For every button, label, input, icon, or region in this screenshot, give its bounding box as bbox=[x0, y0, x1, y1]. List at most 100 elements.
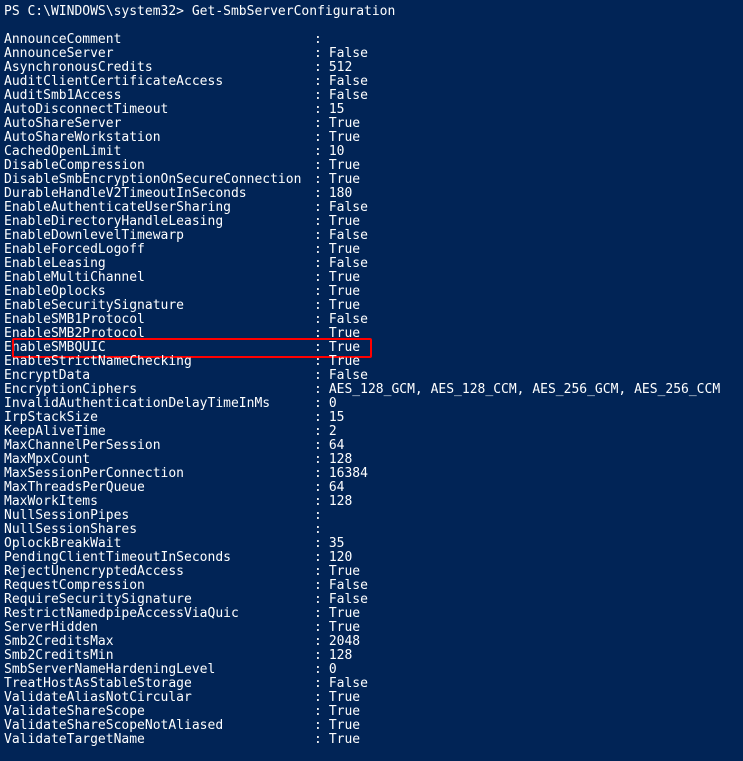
config-key: AnnounceServer bbox=[4, 47, 314, 61]
config-value bbox=[322, 509, 329, 523]
separator: : bbox=[314, 635, 322, 649]
config-value: True bbox=[322, 691, 360, 705]
config-value: 128 bbox=[322, 649, 352, 663]
config-row: MaxThreadsPerQueue:64 bbox=[4, 481, 743, 495]
separator: : bbox=[314, 173, 322, 187]
config-value: True bbox=[322, 621, 360, 635]
separator: : bbox=[314, 47, 322, 61]
config-row: NullSessionShares: bbox=[4, 523, 743, 537]
config-key: AnnounceComment bbox=[4, 33, 314, 47]
config-value: True bbox=[322, 705, 360, 719]
config-row: AuditClientCertificateAccess:False bbox=[4, 75, 743, 89]
config-value: False bbox=[322, 47, 368, 61]
separator: : bbox=[314, 495, 322, 509]
separator: : bbox=[314, 341, 322, 355]
separator: : bbox=[314, 579, 322, 593]
config-key: RequestCompression bbox=[4, 579, 314, 593]
config-value: True bbox=[322, 159, 360, 173]
config-row: EnableLeasing:False bbox=[4, 257, 743, 271]
config-row: TreatHostAsStableStorage:False bbox=[4, 677, 743, 691]
separator: : bbox=[314, 551, 322, 565]
config-value: 0 bbox=[322, 397, 337, 411]
config-value: True bbox=[322, 271, 360, 285]
separator: : bbox=[314, 621, 322, 635]
config-value: True bbox=[322, 285, 360, 299]
config-row: OplockBreakWait:35 bbox=[4, 537, 743, 551]
config-row: RejectUnencryptedAccess:True bbox=[4, 565, 743, 579]
separator: : bbox=[314, 159, 322, 173]
config-key: NullSessionShares bbox=[4, 523, 314, 537]
config-row: EnableOplocks:True bbox=[4, 285, 743, 299]
config-row: EnableSMB1Protocol:False bbox=[4, 313, 743, 327]
config-value: False bbox=[322, 201, 368, 215]
separator: : bbox=[314, 257, 322, 271]
config-value: True bbox=[322, 173, 360, 187]
config-row: MaxMpxCount:128 bbox=[4, 453, 743, 467]
separator: : bbox=[314, 299, 322, 313]
config-value bbox=[322, 523, 329, 537]
config-value: 15 bbox=[322, 103, 345, 117]
config-value: False bbox=[322, 593, 368, 607]
config-value: False bbox=[322, 579, 368, 593]
config-row: Smb2CreditsMin:128 bbox=[4, 649, 743, 663]
terminal-prompt-line[interactable]: PS C:\WINDOWS\system32> Get-SmbServerCon… bbox=[4, 4, 743, 19]
config-value: 2 bbox=[322, 425, 337, 439]
separator: : bbox=[314, 467, 322, 481]
config-row: NullSessionPipes: bbox=[4, 509, 743, 523]
separator: : bbox=[314, 677, 322, 691]
config-key: EnableSMBQUIC bbox=[4, 341, 314, 355]
config-value: AES_128_GCM, AES_128_CCM, AES_256_GCM, A… bbox=[322, 383, 720, 397]
config-key: AutoShareWorkstation bbox=[4, 131, 314, 145]
config-key: AuditSmb1Access bbox=[4, 89, 314, 103]
config-value bbox=[322, 33, 329, 47]
config-key: AuditClientCertificateAccess bbox=[4, 75, 314, 89]
config-key: NullSessionPipes bbox=[4, 509, 314, 523]
separator: : bbox=[314, 33, 322, 47]
config-key: OplockBreakWait bbox=[4, 537, 314, 551]
config-value: False bbox=[322, 677, 368, 691]
config-value: True bbox=[322, 131, 360, 145]
config-key: EnableSMB1Protocol bbox=[4, 313, 314, 327]
config-row: EnableSMB2Protocol:True bbox=[4, 327, 743, 341]
config-key: IrpStackSize bbox=[4, 411, 314, 425]
config-key: EncryptionCiphers bbox=[4, 383, 314, 397]
config-value: 0 bbox=[322, 663, 337, 677]
config-value: False bbox=[322, 369, 368, 383]
config-key: RestrictNamedpipeAccessViaQuic bbox=[4, 607, 314, 621]
separator: : bbox=[314, 355, 322, 369]
separator: : bbox=[314, 187, 322, 201]
separator: : bbox=[314, 229, 322, 243]
config-row: RequireSecuritySignature:False bbox=[4, 593, 743, 607]
separator: : bbox=[314, 565, 322, 579]
separator: : bbox=[314, 705, 322, 719]
config-row: ValidateAliasNotCircular:True bbox=[4, 691, 743, 705]
separator: : bbox=[314, 103, 322, 117]
separator: : bbox=[314, 439, 322, 453]
separator: : bbox=[314, 383, 322, 397]
separator: : bbox=[314, 733, 322, 747]
config-row: AutoShareServer:True bbox=[4, 117, 743, 131]
config-row: RequestCompression:False bbox=[4, 579, 743, 593]
separator: : bbox=[314, 369, 322, 383]
config-key: EnableLeasing bbox=[4, 257, 314, 271]
config-key: ValidateShareScope bbox=[4, 705, 314, 719]
config-key: TreatHostAsStableStorage bbox=[4, 677, 314, 691]
config-value: 120 bbox=[322, 551, 352, 565]
separator: : bbox=[314, 509, 322, 523]
separator: : bbox=[314, 215, 322, 229]
config-key: EnableStrictNameChecking bbox=[4, 355, 314, 369]
config-row: DisableCompression:True bbox=[4, 159, 743, 173]
config-key: EnableForcedLogoff bbox=[4, 243, 314, 257]
config-key: ValidateAliasNotCircular bbox=[4, 691, 314, 705]
config-value: True bbox=[322, 355, 360, 369]
config-value: 64 bbox=[322, 481, 345, 495]
config-value: 35 bbox=[322, 537, 345, 551]
config-row: EncryptionCiphers:AES_128_GCM, AES_128_C… bbox=[4, 383, 743, 397]
config-value: 2048 bbox=[322, 635, 360, 649]
config-row: EnableStrictNameChecking:True bbox=[4, 355, 743, 369]
separator: : bbox=[314, 663, 322, 677]
config-key: EnableSMB2Protocol bbox=[4, 327, 314, 341]
config-row: SmbServerNameHardeningLevel:0 bbox=[4, 663, 743, 677]
config-row: ValidateShareScopeNotAliased:True bbox=[4, 719, 743, 733]
config-row: EnableSMBQUIC:True bbox=[4, 341, 743, 355]
